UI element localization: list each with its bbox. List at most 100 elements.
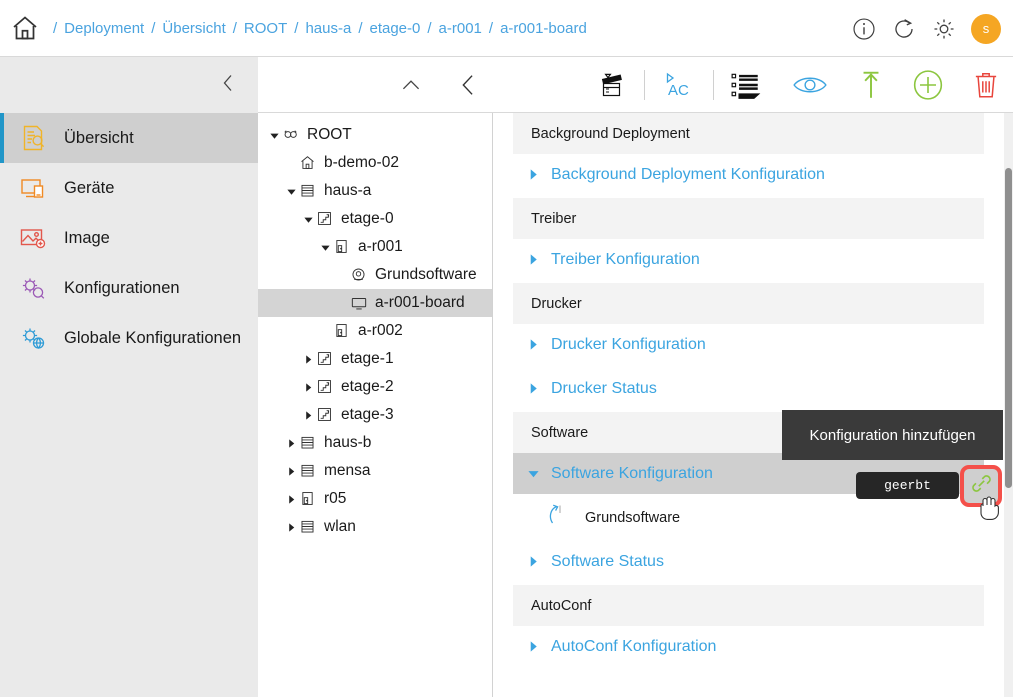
breadcrumb-item-a-r001[interactable]: a-r001 <box>439 20 482 37</box>
autoconf-button[interactable]: AC <box>661 70 697 100</box>
sidebar-item-label: Globale Konfigurationen <box>64 328 242 347</box>
tree-panel[interactable]: ROOT b-demo-02 haus-a etage-0 a-r001 Grundsof… <box>258 113 493 697</box>
stairs-icon <box>316 406 334 424</box>
twisty-right-icon[interactable] <box>300 382 316 393</box>
tree-node-label: Grundsoftware <box>375 266 477 283</box>
twisty-right-icon[interactable] <box>527 338 543 351</box>
tree-node-a-r001[interactable]: a-r001 <box>258 233 492 261</box>
tree-node-grundsoftware[interactable]: Grundsoftware <box>258 261 492 289</box>
tree-node-etage-1[interactable]: etage-1 <box>258 345 492 373</box>
upload-button[interactable] <box>858 69 884 101</box>
sidebar-item-globale-konfigurationen[interactable]: Globale Konfigurationen <box>0 313 258 363</box>
tree-node-label: etage-2 <box>341 378 394 395</box>
twisty-right-icon[interactable] <box>527 168 543 181</box>
svg-text:AC: AC <box>668 82 689 99</box>
breadcrumb-item-etage-0[interactable]: etage-0 <box>369 20 420 37</box>
twisty-down-icon[interactable] <box>300 214 316 225</box>
sidebar-item-konfigurationen[interactable]: Konfigurationen <box>0 263 258 313</box>
config-item-grundsoftware[interactable]: Grundsoftware <box>513 497 984 538</box>
preview-button[interactable] <box>792 72 828 98</box>
sidebar-item-image[interactable]: Image <box>0 213 258 263</box>
tree-node-wlan[interactable]: wlan <box>258 513 492 541</box>
section-header-background-deployment: Background Deployment <box>513 113 984 154</box>
tree-node-label: wlan <box>324 518 356 535</box>
home-icon[interactable] <box>10 13 40 43</box>
tree-node-a-r001-board[interactable]: a-r001-board <box>258 289 492 317</box>
package-icon <box>350 266 368 284</box>
breadcrumb-item-haus-a[interactable]: haus-a <box>305 20 351 37</box>
config-link-background-deployment-konfiguration[interactable]: Background Deployment Konfiguration <box>513 154 984 195</box>
sidebar-header <box>0 57 258 113</box>
delete-button[interactable] <box>972 69 1000 101</box>
content-scrollbar-track[interactable] <box>1004 113 1013 697</box>
twisty-right-icon[interactable] <box>283 522 299 533</box>
twisty-right-icon[interactable] <box>283 466 299 477</box>
config-item-label: Grundsoftware <box>585 509 681 526</box>
sidebar-item-uebersicht[interactable]: Übersicht <box>0 113 258 163</box>
image-icon <box>18 223 48 253</box>
config-link-label: Background Deployment Konfiguration <box>551 165 825 183</box>
section-header-label: Treiber <box>531 210 577 227</box>
tree-node-r05[interactable]: r05 <box>258 485 492 513</box>
info-icon[interactable] <box>851 16 877 42</box>
sidebar-item-geraete[interactable]: Geräte <box>0 163 258 213</box>
tree-node-etage-3[interactable]: etage-3 <box>258 401 492 429</box>
config-link-label: Treiber Konfiguration <box>551 250 700 268</box>
config-link-drucker-status[interactable]: Drucker Status <box>513 368 984 409</box>
twisty-right-icon[interactable] <box>283 438 299 449</box>
breadcrumb-item-root[interactable]: ROOT <box>244 20 287 37</box>
stairs-icon <box>316 350 334 368</box>
tree-node-b-demo-02[interactable]: b-demo-02 <box>258 149 492 177</box>
tree-node-label: haus-b <box>324 434 372 451</box>
twisty-right-icon[interactable] <box>300 410 316 421</box>
twisty-right-icon[interactable] <box>527 382 543 395</box>
tree-node-haus-a[interactable]: haus-a <box>258 177 492 205</box>
tree-node-mensa[interactable]: mensa <box>258 457 492 485</box>
tree-node-haus-b[interactable]: haus-b <box>258 429 492 457</box>
breadcrumb-item-deployment[interactable]: Deployment <box>64 20 144 37</box>
config-link-software-status[interactable]: Software Status <box>513 541 984 582</box>
add-button[interactable] <box>912 69 944 101</box>
add-configuration-button[interactable] <box>960 465 1002 507</box>
tooltip-konfiguration-hinzufuegen: Konfiguration hinzufügen <box>782 410 1003 460</box>
twisty-right-icon[interactable] <box>527 640 543 653</box>
twisty-down-icon[interactable] <box>527 467 543 480</box>
tree-node-label: etage-1 <box>341 350 394 367</box>
room-icon <box>333 238 351 256</box>
twisty-right-icon[interactable] <box>527 253 543 266</box>
clapperboard-button[interactable] <box>596 70 628 100</box>
queue-button[interactable] <box>730 71 762 99</box>
refresh-icon[interactable] <box>891 16 917 42</box>
back-button[interactable] <box>454 71 482 99</box>
tree-node-etage-0[interactable]: etage-0 <box>258 205 492 233</box>
breadcrumb-separator-5: / <box>427 19 432 37</box>
section-header-label: Drucker <box>531 295 582 312</box>
twisty-down-icon[interactable] <box>266 130 282 141</box>
twisty-right-icon[interactable] <box>283 494 299 505</box>
tree-node-etage-2[interactable]: etage-2 <box>258 373 492 401</box>
twisty-right-icon[interactable] <box>300 354 316 365</box>
tree-node-root[interactable]: ROOT <box>258 121 492 149</box>
tree-node-label: a-r001-board <box>375 294 465 311</box>
home-icon <box>299 154 317 172</box>
config-link-treiber-konfiguration[interactable]: Treiber Konfiguration <box>513 239 984 280</box>
avatar[interactable]: s <box>971 13 1001 44</box>
breadcrumb-item-a-r001-board[interactable]: a-r001-board <box>500 20 587 37</box>
breadcrumb-separator-1: / <box>151 19 156 37</box>
config-link-autoconf-konfiguration[interactable]: AutoConf Konfiguration <box>513 626 984 667</box>
breadcrumb-item-uebersicht[interactable]: Übersicht <box>162 20 225 37</box>
content-scrollbar-thumb[interactable] <box>1005 168 1012 488</box>
twisty-down-icon[interactable] <box>283 186 299 197</box>
tree-node-label: etage-3 <box>341 406 394 423</box>
tree-node-label: etage-0 <box>341 210 394 227</box>
config-link-drucker-konfiguration[interactable]: Drucker Konfiguration <box>513 324 984 365</box>
stairs-icon <box>316 210 334 228</box>
sidebar-collapse-icon[interactable] <box>216 71 240 100</box>
twisty-right-icon[interactable] <box>527 555 543 568</box>
tree-node-a-r002[interactable]: a-r002 <box>258 317 492 345</box>
config-link-label: Drucker Status <box>551 379 657 397</box>
twisty-down-icon[interactable] <box>317 242 333 253</box>
root-icon <box>282 126 300 144</box>
gear-icon[interactable] <box>931 16 957 42</box>
collapse-up-button[interactable] <box>398 72 424 98</box>
